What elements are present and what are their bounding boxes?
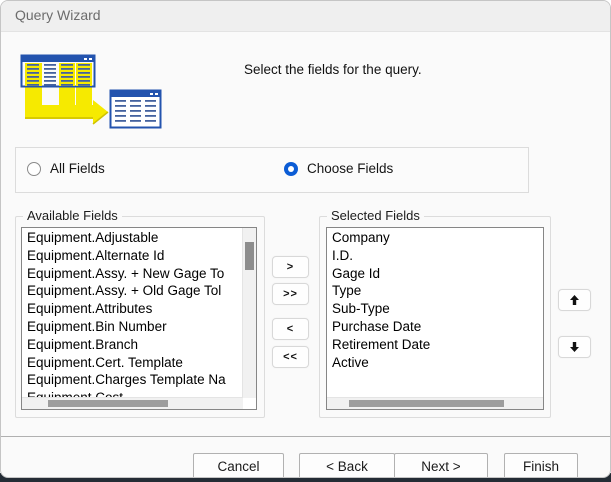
list-item[interactable]: Equipment.Attributes	[22, 300, 256, 318]
list-item[interactable]: Equipment.Branch	[22, 336, 256, 354]
vertical-scrollbar-thumb[interactable]	[245, 242, 254, 270]
add-field-button[interactable]: >	[272, 256, 309, 278]
horizontal-scrollbar-thumb[interactable]	[48, 400, 168, 407]
list-item[interactable]: Equipment.Charges Template Na	[22, 371, 256, 389]
arrow-down-icon	[570, 342, 579, 352]
next-button[interactable]: Next >	[394, 453, 488, 478]
radio-all-fields-label: All Fields	[50, 161, 105, 176]
available-fields-listbox[interactable]: Equipment.AdjustableEquipment.Alternate …	[21, 227, 257, 410]
list-item[interactable]: Purchase Date	[327, 318, 543, 336]
radio-choose-fields[interactable]: Choose Fields	[284, 161, 393, 176]
remove-field-button[interactable]: <	[272, 318, 309, 340]
available-fields-groupbox: Available Fields Equipment.AdjustableEqu…	[15, 216, 265, 418]
arrow-up-icon	[570, 295, 579, 305]
back-button[interactable]: < Back	[299, 453, 395, 478]
query-wizard-dialog: Query Wizard	[0, 0, 611, 478]
horizontal-scrollbar[interactable]	[327, 397, 543, 409]
list-item[interactable]: Equipment.Cert. Template	[22, 354, 256, 372]
remove-all-fields-button[interactable]: <<	[272, 346, 309, 368]
list-item[interactable]: Equipment.Bin Number	[22, 318, 256, 336]
titlebar[interactable]: Query Wizard	[1, 1, 610, 32]
instruction-text: Select the fields for the query.	[244, 62, 422, 77]
horizontal-scrollbar-thumb[interactable]	[349, 400, 504, 407]
available-fields-label: Available Fields	[23, 208, 122, 223]
move-field-up-button[interactable]	[558, 289, 591, 311]
query-fields-icon	[19, 53, 169, 131]
window-title: Query Wizard	[15, 7, 101, 23]
finish-button[interactable]: Finish	[504, 453, 578, 478]
radio-choose-fields-label: Choose Fields	[307, 161, 393, 176]
vertical-scrollbar[interactable]	[242, 228, 256, 398]
list-item[interactable]: Equipment.Assy. + Old Gage Tol	[22, 282, 256, 300]
list-item[interactable]: Company	[327, 229, 543, 247]
available-fields-items: Equipment.AdjustableEquipment.Alternate …	[22, 229, 256, 409]
list-item[interactable]: Equipment.Alternate Id	[22, 247, 256, 265]
list-item[interactable]: Sub-Type	[327, 300, 543, 318]
add-all-fields-button[interactable]: >>	[272, 283, 309, 305]
horizontal-scrollbar[interactable]	[22, 397, 243, 409]
selected-fields-label: Selected Fields	[327, 208, 424, 223]
list-item[interactable]: Gage Id	[327, 265, 543, 283]
radio-selected-icon[interactable]	[284, 162, 298, 176]
selected-fields-items: CompanyI.D.Gage IdTypeSub-TypePurchase D…	[327, 229, 543, 409]
list-item[interactable]: Type	[327, 282, 543, 300]
radio-all-fields[interactable]: All Fields	[27, 161, 105, 176]
list-item[interactable]: Equipment.Assy. + New Gage To	[22, 265, 256, 283]
selected-fields-listbox[interactable]: CompanyI.D.Gage IdTypeSub-TypePurchase D…	[326, 227, 544, 410]
list-item[interactable]: Equipment.Adjustable	[22, 229, 256, 247]
radio-unselected-icon[interactable]	[27, 162, 41, 176]
list-item[interactable]: I.D.	[327, 247, 543, 265]
cancel-button[interactable]: Cancel	[193, 453, 284, 478]
field-mode-groupbox: All Fields Choose Fields	[15, 147, 529, 193]
footer-divider	[1, 436, 610, 437]
list-item[interactable]: Active	[327, 354, 543, 372]
list-item[interactable]: Retirement Date	[327, 336, 543, 354]
move-field-down-button[interactable]	[558, 336, 591, 358]
selected-fields-groupbox: Selected Fields CompanyI.D.Gage IdTypeSu…	[319, 216, 551, 418]
